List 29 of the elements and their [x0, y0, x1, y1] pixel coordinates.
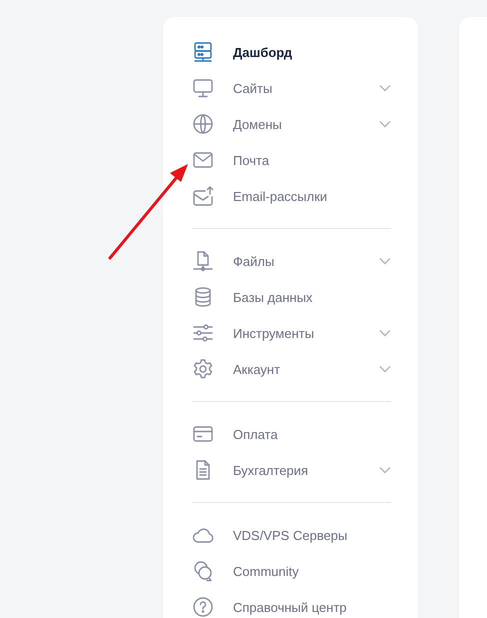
- sidebar-item[interactable]: Справочный центр: [192, 589, 391, 618]
- settings-icon: [192, 358, 214, 380]
- sidebar-item[interactable]: Бухгалтерия: [192, 452, 391, 488]
- sidebar-item[interactable]: VDS/VPS Серверы: [192, 517, 391, 553]
- sidebar-item[interactable]: Домены: [192, 106, 391, 142]
- chevron-down-icon[interactable]: [379, 365, 391, 373]
- chat-bubbles-icon: [192, 560, 214, 582]
- envelope-upload-icon: [192, 185, 214, 207]
- sidebar-item[interactable]: Файлы: [192, 243, 391, 279]
- sidebar-item[interactable]: Community: [192, 553, 391, 589]
- chevron-down-icon[interactable]: [379, 466, 391, 474]
- sidebar-item[interactable]: Email-рассылки: [192, 178, 391, 214]
- file-network-icon: [192, 250, 214, 272]
- sidebar-item[interactable]: Оплата: [192, 416, 391, 452]
- monitor-icon: [192, 77, 214, 99]
- sliders-icon: [192, 322, 214, 344]
- chevron-down-icon[interactable]: [379, 257, 391, 265]
- sidebar-item[interactable]: Дашборд: [192, 34, 391, 70]
- sidebar-item[interactable]: Сайты: [192, 70, 391, 106]
- chevron-down-icon[interactable]: [379, 120, 391, 128]
- sidebar-item[interactable]: Аккаунт: [192, 351, 391, 387]
- sidebar-item[interactable]: Почта: [192, 142, 391, 178]
- sidebar-item[interactable]: Инструменты: [192, 315, 391, 351]
- chevron-down-icon[interactable]: [379, 84, 391, 92]
- chevron-down-icon[interactable]: [379, 329, 391, 337]
- sidebar-item[interactable]: Базы данных: [192, 279, 391, 315]
- globe-icon: [192, 113, 214, 135]
- server-icon: [192, 41, 214, 63]
- help-icon: [192, 596, 214, 618]
